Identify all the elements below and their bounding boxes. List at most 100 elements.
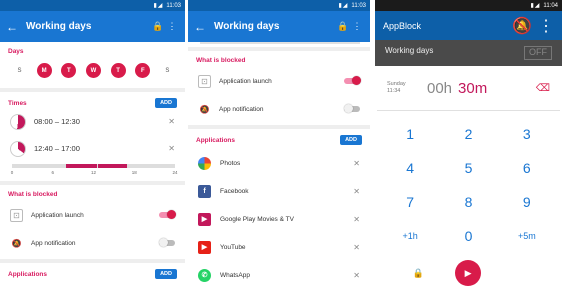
play-icon: ▶	[464, 267, 472, 278]
notification-off-icon[interactable]: 🔕	[512, 16, 532, 36]
current-day: Sunday	[387, 80, 406, 87]
status-bar: ▮◢ 11:03	[0, 0, 185, 11]
minutes-value[interactable]: 30m	[458, 80, 536, 97]
key-plus-5m[interactable]: +5m	[498, 219, 556, 253]
time-pie-icon	[10, 140, 26, 157]
status-time: 11:03	[166, 2, 181, 9]
more-menu-icon[interactable]: ⋮	[538, 16, 554, 36]
status-bar: ▮◢ 11:03	[188, 0, 370, 11]
day-timeline	[200, 42, 360, 44]
app-bar: ← Working days 🔒 ⋮	[188, 11, 370, 42]
app-launch-toggle[interactable]	[344, 76, 361, 85]
block-option-label: App notification	[219, 105, 264, 113]
backspace-icon[interactable]: ⌫	[536, 83, 550, 94]
key-5[interactable]: 5	[439, 151, 497, 185]
day-tuesday[interactable]: T	[61, 63, 77, 78]
tick-label: 18	[131, 170, 137, 175]
blocked-header: What is blocked	[196, 57, 246, 64]
app-list-item[interactable]: f Facebook ✕	[188, 177, 370, 205]
day-wednesday[interactable]: W	[85, 63, 101, 78]
day-timeline	[12, 164, 175, 168]
key-3[interactable]: 3	[498, 117, 556, 151]
block-notification-row[interactable]: 🔕 App notification	[188, 95, 370, 123]
remove-time-icon[interactable]: ✕	[168, 117, 175, 126]
more-menu-icon[interactable]: ⋮	[350, 21, 364, 32]
block-option-label: App notification	[31, 239, 76, 247]
notification-off-icon: 🔕	[11, 238, 22, 248]
status-time: 11:04	[543, 2, 558, 9]
numeric-keypad: 1 2 3 4 5 6 7 8 9 +1h 0 +5m	[377, 111, 560, 253]
remove-app-icon[interactable]: ✕	[353, 159, 360, 168]
duration-display: Sunday 11:34 00h 30m ⌫	[377, 66, 560, 111]
app-launch-toggle[interactable]	[159, 210, 176, 219]
applications-header-row: Applications ADD	[0, 263, 185, 279]
back-arrow-icon[interactable]: ←	[194, 20, 214, 34]
add-time-button[interactable]: ADD	[155, 98, 177, 108]
status-bar: ▮◢ 11:04	[375, 0, 562, 11]
photos-app-icon	[198, 156, 211, 170]
toggle-knob	[344, 104, 353, 113]
whatsapp-app-icon: ✆	[198, 268, 211, 282]
tick-label: 0	[10, 170, 14, 175]
background-profile-row: Working days OFF	[375, 40, 562, 66]
times-header: Times	[8, 99, 27, 107]
app-bar: ← Working days 🔒 ⋮	[0, 11, 185, 42]
time-range-row[interactable]: 12:40 – 17:00 ✕	[0, 135, 185, 162]
app-bar: AppBlock 🔕 ⋮	[375, 11, 562, 40]
remove-app-icon[interactable]: ✕	[353, 243, 360, 252]
days-selector: S M T W T F S	[0, 55, 185, 82]
timeline-segment	[98, 164, 128, 168]
block-app-launch-row[interactable]: ⊡ Application launch	[0, 201, 185, 229]
applications-header: Applications	[8, 270, 48, 278]
app-list-item[interactable]: ✆ WhatsApp ✕	[188, 261, 370, 289]
remove-app-icon[interactable]: ✕	[353, 187, 360, 196]
time-range-label: 12:40 – 17:00	[34, 144, 80, 153]
play-movies-app-icon: ▶	[198, 212, 211, 226]
remove-app-icon[interactable]: ✕	[353, 271, 360, 280]
app-list-item[interactable]: ▶ Google Play Movies & TV ✕	[188, 205, 370, 233]
add-app-button[interactable]: ADD	[155, 269, 177, 279]
key-4[interactable]: 4	[381, 151, 439, 185]
current-date: Sunday 11:34	[387, 81, 427, 95]
current-time: 11:34	[387, 88, 401, 94]
remove-time-icon[interactable]: ✕	[168, 144, 175, 153]
timeline-ticks: 0 6 12 18 24	[10, 170, 178, 177]
add-app-button[interactable]: ADD	[340, 135, 362, 145]
block-app-launch-row[interactable]: ⊡ Application launch	[188, 67, 370, 95]
app-name: Facebook	[220, 187, 249, 195]
app-list-item[interactable]: ▶ YouTube ✕	[188, 233, 370, 261]
notification-toggle[interactable]	[344, 104, 360, 113]
remove-app-icon[interactable]: ✕	[353, 215, 360, 224]
lock-icon[interactable]: 🔒	[336, 21, 350, 32]
more-menu-icon[interactable]: ⋮	[165, 21, 179, 32]
applications-header-row: Applications ADD	[188, 129, 370, 145]
block-notification-row[interactable]: 🔕 App notification	[0, 229, 185, 257]
key-9[interactable]: 9	[498, 185, 556, 219]
key-0[interactable]: 0	[439, 219, 497, 253]
day-thursday[interactable]: T	[110, 63, 126, 78]
day-sunday[interactable]: S	[12, 63, 27, 78]
page-title: Working days	[26, 21, 92, 32]
hours-value[interactable]: 00h	[427, 80, 452, 97]
key-8[interactable]: 8	[439, 185, 497, 219]
profile-switch: OFF	[524, 46, 552, 60]
key-1[interactable]: 1	[381, 117, 439, 151]
signal-icon: ▮◢	[153, 3, 164, 9]
start-button[interactable]: ▶	[455, 260, 482, 286]
lock-icon[interactable]: 🔒	[151, 21, 165, 32]
key-plus-1h[interactable]: +1h	[381, 219, 439, 253]
day-monday[interactable]: M	[36, 63, 52, 78]
phone-panel-1: ▮◢ 11:03 ← Working days 🔒 ⋮ Days S M T W…	[0, 0, 185, 303]
day-saturday[interactable]: S	[160, 63, 175, 78]
app-list-item[interactable]: Photos ✕	[188, 149, 370, 177]
days-header: Days	[8, 48, 24, 55]
time-range-row[interactable]: 08:00 – 12:30 ✕	[0, 108, 185, 135]
key-6[interactable]: 6	[498, 151, 556, 185]
notification-toggle[interactable]	[159, 238, 175, 247]
toggle-knob	[159, 238, 168, 247]
lock-icon[interactable]: 🔒	[413, 268, 424, 279]
day-friday[interactable]: F	[135, 63, 151, 78]
key-7[interactable]: 7	[381, 185, 439, 219]
key-2[interactable]: 2	[439, 117, 497, 151]
back-arrow-icon[interactable]: ←	[6, 20, 26, 34]
